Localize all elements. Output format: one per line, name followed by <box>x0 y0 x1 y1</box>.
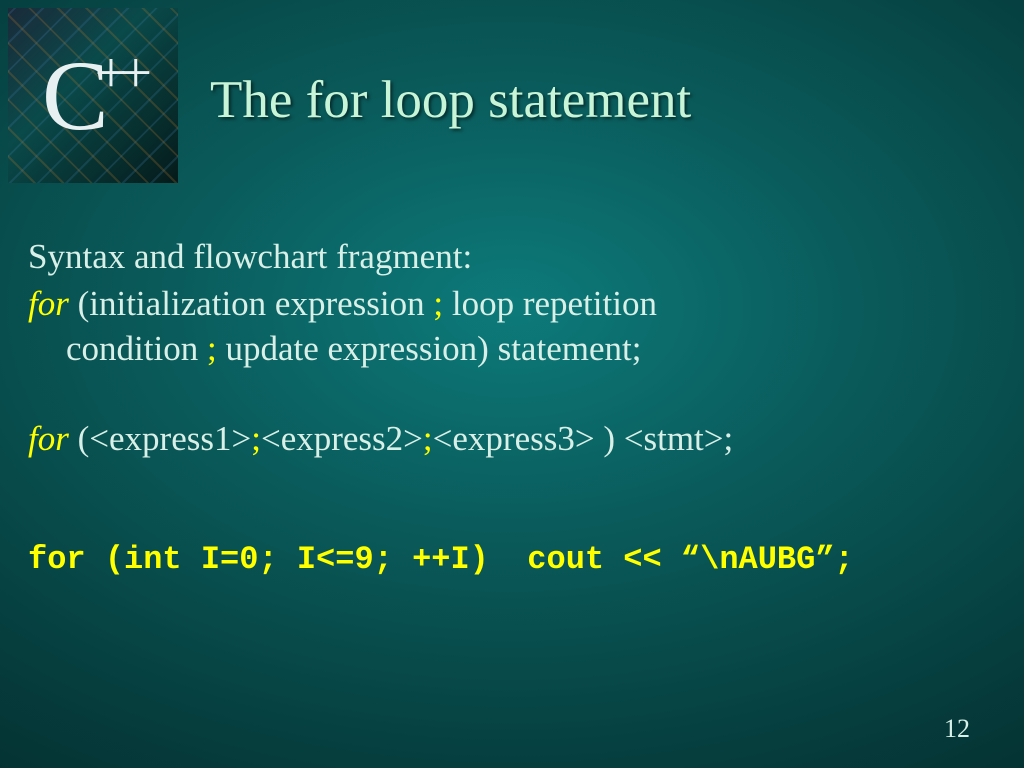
intro-line: Syntax and flowchart fragment: <box>28 235 996 280</box>
page-number: 12 <box>944 714 970 744</box>
syntax1-d: update expression) statement; <box>217 329 642 368</box>
syntax-line-1: for (initialization expression ; loop re… <box>28 282 996 372</box>
syntax1-a: (initialization expression <box>69 284 434 323</box>
semicolon-2: ; <box>207 329 217 368</box>
syntax2-b: <express2> <box>261 419 423 458</box>
cpp-logo-text: C ++ <box>42 56 144 136</box>
logo-plus-plus: ++ <box>95 50 144 96</box>
for-keyword-2: for <box>28 419 69 458</box>
semicolon-1: ; <box>433 284 443 323</box>
syntax2-a: (<express1> <box>69 419 251 458</box>
syntax1-b: loop repetition <box>443 284 657 323</box>
semicolon-4: ; <box>423 419 433 458</box>
syntax1-c: condition <box>66 329 207 368</box>
code-example: for (int I=0; I<=9; ++I) cout << “\nAUBG… <box>28 540 996 581</box>
semicolon-3: ; <box>251 419 261 458</box>
slide-title: The for loop statement <box>210 70 691 130</box>
syntax2-c: <express3> ) <stmt>; <box>433 419 734 458</box>
for-keyword-1: for <box>28 284 69 323</box>
slide-body: Syntax and flowchart fragment: for (init… <box>28 235 996 581</box>
syntax-line-2: for (<express1>;<express2>;<express3> ) … <box>28 417 996 462</box>
syntax1-line2: condition ; update expression) statement… <box>28 327 996 372</box>
cpp-logo: C ++ <box>8 8 178 183</box>
